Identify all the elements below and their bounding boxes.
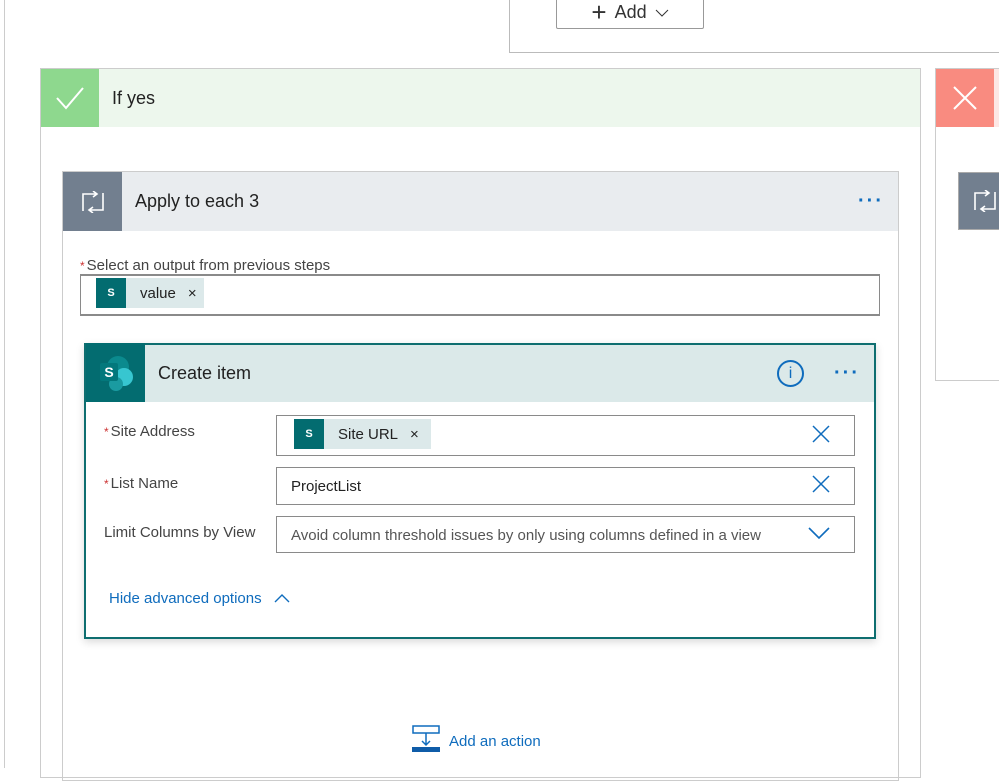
token-value[interactable]: S value × [96, 278, 204, 308]
loop-icon [63, 172, 122, 231]
clear-icon[interactable] [812, 475, 830, 497]
list-name-label: * List Name [104, 475, 179, 492]
svg-text:S: S [104, 364, 113, 380]
loop-icon [958, 172, 999, 230]
output-input[interactable]: S value × [80, 274, 880, 316]
chevron-down-icon [808, 526, 830, 544]
close-icon [936, 69, 994, 127]
more-options-button[interactable]: ··· [858, 190, 884, 213]
apply-to-each-header[interactable]: Apply to each 3 ··· [63, 172, 898, 231]
chevron-down-icon [655, 2, 669, 23]
if-no-header[interactable] [936, 69, 999, 127]
token-site-url[interactable]: S Site URL × [294, 419, 431, 449]
limit-columns-dropdown[interactable]: Avoid column threshold issues by only us… [276, 516, 855, 553]
if-yes-header[interactable]: If yes [41, 69, 920, 127]
chevron-up-icon [274, 590, 290, 607]
limit-columns-label: Limit Columns by View [104, 524, 256, 541]
add-an-action-button[interactable]: Add an action [412, 725, 541, 757]
list-name-input[interactable]: ProjectList [276, 467, 855, 505]
hide-advanced-options-link[interactable]: Hide advanced options [109, 590, 290, 607]
sharepoint-icon: S [294, 419, 324, 449]
sharepoint-icon: S [86, 343, 145, 402]
check-icon [41, 69, 99, 127]
canvas-left-border [4, 0, 5, 768]
plus-icon: + [591, 0, 607, 27]
site-address-input[interactable]: S Site URL × [276, 415, 855, 456]
add-button[interactable]: + Add [556, 0, 704, 29]
info-icon[interactable]: i [777, 360, 805, 387]
clear-icon[interactable] [812, 424, 830, 447]
create-item-header[interactable]: S Create item i ··· [86, 343, 874, 402]
remove-token-icon[interactable]: × [188, 285, 197, 302]
site-address-label: * Site Address [104, 423, 195, 440]
more-options-button[interactable]: ··· [834, 362, 860, 385]
sharepoint-icon: S [96, 278, 126, 308]
output-label: * Select an output from previous steps [80, 257, 331, 274]
add-action-icon [412, 725, 440, 757]
remove-token-icon[interactable]: × [410, 426, 419, 443]
